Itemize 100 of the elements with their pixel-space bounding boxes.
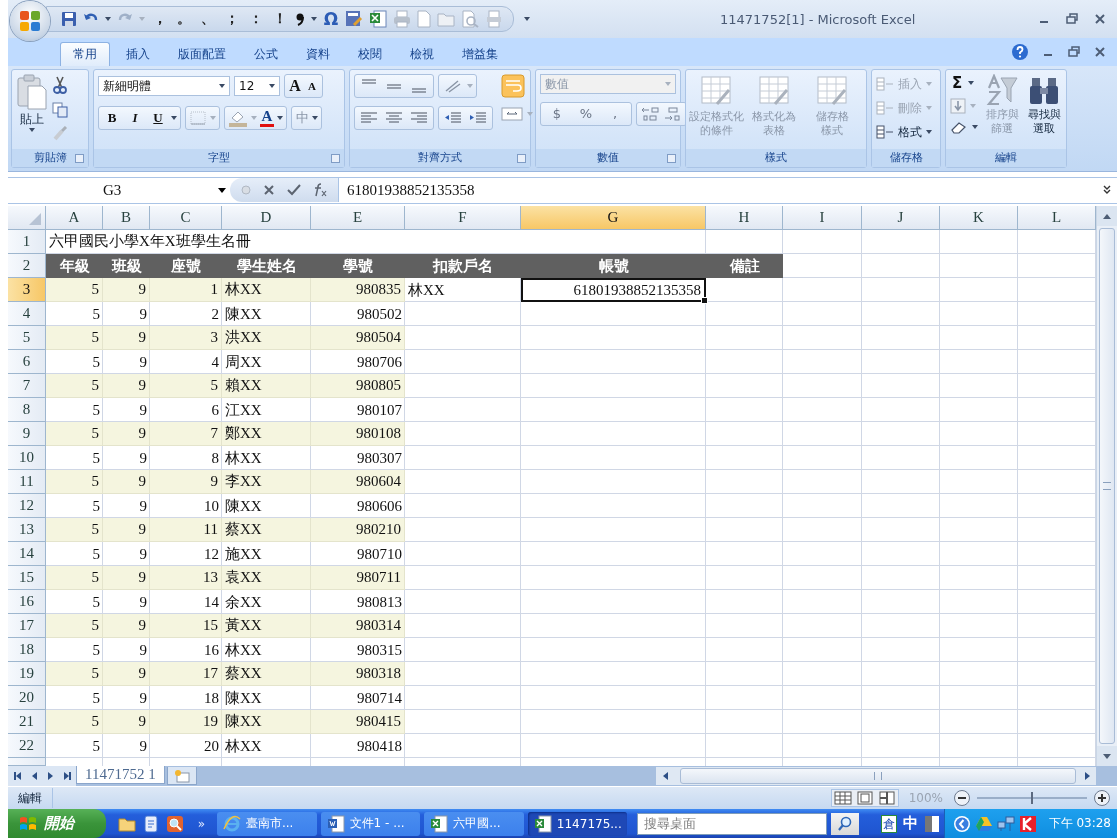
- row-header[interactable]: 9: [8, 422, 46, 446]
- column-header[interactable]: D: [222, 206, 311, 230]
- ribbon-tab[interactable]: 版面配置: [166, 42, 238, 66]
- start-button[interactable]: 開始: [8, 809, 106, 838]
- caret-icon[interactable]: [968, 81, 974, 85]
- magnifier-icon[interactable]: [165, 814, 184, 833]
- column-header[interactable]: E: [311, 206, 405, 230]
- row-header[interactable]: 12: [8, 494, 46, 518]
- sheet-tab[interactable]: 11471752 1: [76, 766, 165, 784]
- punctuation-button[interactable]: ！: [271, 10, 289, 28]
- punctuation-button[interactable]: 。: [175, 10, 193, 28]
- caret-icon[interactable]: [311, 17, 317, 21]
- ribbon-tab[interactable]: 插入: [114, 42, 162, 66]
- editing-button[interactable]: 尋找與 選取: [1026, 74, 1062, 136]
- checkmark-icon[interactable]: [286, 183, 302, 198]
- ribbon-tab[interactable]: 檢視: [398, 42, 446, 66]
- font-style-button[interactable]: I: [125, 109, 145, 127]
- ribbon-tab[interactable]: 公式: [242, 42, 290, 66]
- row-header[interactable]: 22: [8, 734, 46, 758]
- fill-handle[interactable]: [701, 297, 708, 304]
- column-header[interactable]: F: [405, 206, 521, 230]
- taskbar-button[interactable]: 六甲國...: [424, 811, 524, 836]
- restore-button[interactable]: [1065, 12, 1079, 26]
- horizontal-scrollbar[interactable]: [656, 767, 1096, 785]
- fill-down-icon[interactable]: [950, 98, 966, 114]
- dialog-launcher-icon[interactable]: [667, 153, 676, 163]
- row-header[interactable]: 1: [8, 230, 46, 254]
- row-header[interactable]: 8: [8, 398, 46, 422]
- merge-cells-icon[interactable]: [501, 106, 523, 122]
- input-mode-indicator[interactable]: 中: [902, 814, 918, 833]
- paintbrush-icon[interactable]: [52, 126, 68, 142]
- search-button[interactable]: [830, 812, 859, 835]
- row-header[interactable]: 19: [8, 662, 46, 686]
- column-header[interactable]: K: [940, 206, 1018, 230]
- punctuation-button[interactable]: 、: [199, 10, 217, 28]
- number-style-button[interactable]: %: [573, 105, 599, 123]
- normal-view-button[interactable]: [831, 790, 854, 806]
- caret-icon[interactable]: [277, 116, 283, 120]
- formula-field[interactable]: 61801938852135358: [339, 178, 1101, 203]
- punctuation-button[interactable]: ，: [151, 10, 169, 28]
- eraser-icon[interactable]: [950, 120, 968, 134]
- select-all-button[interactable]: [8, 206, 46, 230]
- half-width-icon[interactable]: [923, 814, 940, 833]
- name-box[interactable]: G3: [8, 178, 230, 203]
- copy-icon[interactable]: [52, 102, 68, 118]
- scissors-icon[interactable]: [52, 76, 68, 94]
- decrease-decimal-icon[interactable]: [663, 105, 683, 123]
- network-icon[interactable]: [996, 815, 1015, 832]
- triangle-drive-icon[interactable]: [974, 815, 993, 832]
- caret-icon[interactable]: [312, 116, 318, 120]
- quote-mark-icon[interactable]: [295, 12, 305, 26]
- row-header[interactable]: 10: [8, 446, 46, 470]
- font-color-button[interactable]: A: [260, 109, 274, 127]
- row-header[interactable]: 14: [8, 542, 46, 566]
- wrap-text-icon[interactable]: [501, 74, 525, 98]
- row-header[interactable]: 20: [8, 686, 46, 710]
- font-size-field[interactable]: 12: [234, 76, 280, 96]
- increase-decimal-icon[interactable]: [640, 105, 660, 123]
- antivirus-icon[interactable]: [1018, 814, 1037, 833]
- row-header[interactable]: 11: [8, 470, 46, 494]
- new-sheet-button[interactable]: [166, 767, 197, 785]
- row-header[interactable]: 18: [8, 638, 46, 662]
- dialog-launcher-icon[interactable]: [331, 153, 340, 163]
- taskbar-button[interactable]: 文件1 - ...: [320, 811, 421, 836]
- symbol-button[interactable]: Ω: [323, 9, 339, 29]
- border-icon[interactable]: [189, 110, 207, 126]
- row-header[interactable]: 15: [8, 566, 46, 590]
- column-header[interactable]: C: [150, 206, 222, 230]
- form-icon[interactable]: [345, 10, 363, 28]
- row-header[interactable]: 13: [8, 518, 46, 542]
- document-icon[interactable]: [141, 814, 160, 833]
- show-hidden-icons-button[interactable]: [952, 814, 971, 833]
- shrink-font-button[interactable]: A: [305, 77, 319, 95]
- caret-icon[interactable]: [105, 17, 111, 21]
- customize-toolbar-icon[interactable]: [524, 17, 530, 21]
- help-icon[interactable]: [1011, 43, 1029, 61]
- office-button[interactable]: [10, 1, 50, 41]
- desktop-search-field[interactable]: 搜尋桌面: [637, 812, 827, 835]
- row-header[interactable]: 16: [8, 590, 46, 614]
- row-header[interactable]: 7: [8, 374, 46, 398]
- more-items-chevron[interactable]: »: [197, 816, 205, 831]
- row-header[interactable]: 17: [8, 614, 46, 638]
- zoom-out-button[interactable]: [953, 789, 971, 807]
- column-header[interactable]: I: [783, 206, 862, 230]
- punctuation-button[interactable]: ：: [247, 10, 265, 28]
- column-header[interactable]: L: [1018, 206, 1096, 230]
- caret-icon[interactable]: [171, 116, 177, 120]
- zoom-in-button[interactable]: [1093, 789, 1111, 807]
- dialog-launcher-icon[interactable]: [75, 153, 84, 163]
- column-header[interactable]: G: [521, 206, 706, 230]
- autosum-button[interactable]: Σ: [950, 74, 964, 92]
- insert-function-icon[interactable]: [312, 183, 328, 198]
- close-button[interactable]: [1093, 12, 1107, 26]
- table-cell[interactable]: 61801938852135358: [521, 278, 706, 302]
- row-header[interactable]: 21: [8, 710, 46, 734]
- row-header[interactable]: 5: [8, 326, 46, 350]
- number-style-button[interactable]: $: [544, 105, 570, 123]
- fill-color-icon[interactable]: [228, 109, 248, 127]
- punctuation-button[interactable]: ；: [223, 10, 241, 28]
- cell-button[interactable]: 格式: [876, 122, 936, 142]
